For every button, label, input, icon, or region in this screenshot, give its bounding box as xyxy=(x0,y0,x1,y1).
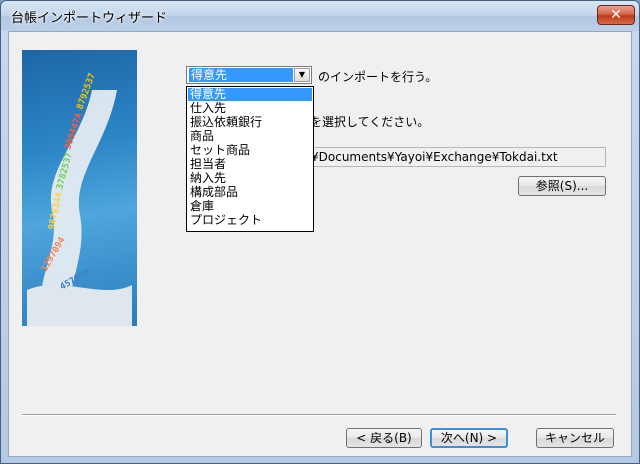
list-item[interactable]: プロジェクト xyxy=(188,214,312,227)
list-item[interactable]: 得意先 xyxy=(188,88,312,101)
list-item[interactable]: 担当者 xyxy=(188,158,312,171)
title-bar[interactable]: 台帳インポートウィザード ✕ xyxy=(1,1,639,31)
list-item[interactable]: 倉庫 xyxy=(188,200,312,213)
list-item[interactable]: 振込依頼銀行 xyxy=(188,116,312,129)
file-path-field[interactable]: ¥Documents¥Yayoi¥Exchange¥Tokdai.txt xyxy=(306,147,606,167)
wizard-banner-image: 8792537 309447A 3782537 9876344 1297094 … xyxy=(22,50,137,326)
back-button[interactable]: < 戻る(B) xyxy=(346,428,422,448)
list-item[interactable]: 商品 xyxy=(188,130,312,143)
file-path-value: ¥Documents¥Yayoi¥Exchange¥Tokdai.txt xyxy=(311,150,558,164)
next-button[interactable]: 次へ(N) > xyxy=(430,428,508,448)
browse-button[interactable]: 参照(S)... xyxy=(518,176,606,196)
footer-divider xyxy=(22,414,616,416)
list-item[interactable]: 仕入先 xyxy=(188,102,312,115)
import-type-suffix-label: のインポートを行う。 xyxy=(318,70,438,84)
close-icon: ✕ xyxy=(610,7,622,23)
import-type-select[interactable]: 得意先 ▼ xyxy=(186,66,312,84)
import-type-dropdown-list: 得意先 仕入先 振込依頼銀行 商品 セット商品 担当者 納入先 構成部品 倉庫 … xyxy=(186,86,314,232)
list-item[interactable]: 構成部品 xyxy=(188,186,312,199)
chevron-down-icon[interactable]: ▼ xyxy=(294,68,310,82)
import-type-selected-value: 得意先 xyxy=(189,68,293,82)
close-button[interactable]: ✕ xyxy=(597,5,635,25)
list-item[interactable]: 納入先 xyxy=(188,172,312,185)
file-select-instruction: を選択してください。 xyxy=(310,115,430,129)
list-item[interactable]: セット商品 xyxy=(188,144,312,157)
cancel-button[interactable]: キャンセル xyxy=(536,428,614,448)
window-title: 台帳インポートウィザード xyxy=(11,11,168,26)
